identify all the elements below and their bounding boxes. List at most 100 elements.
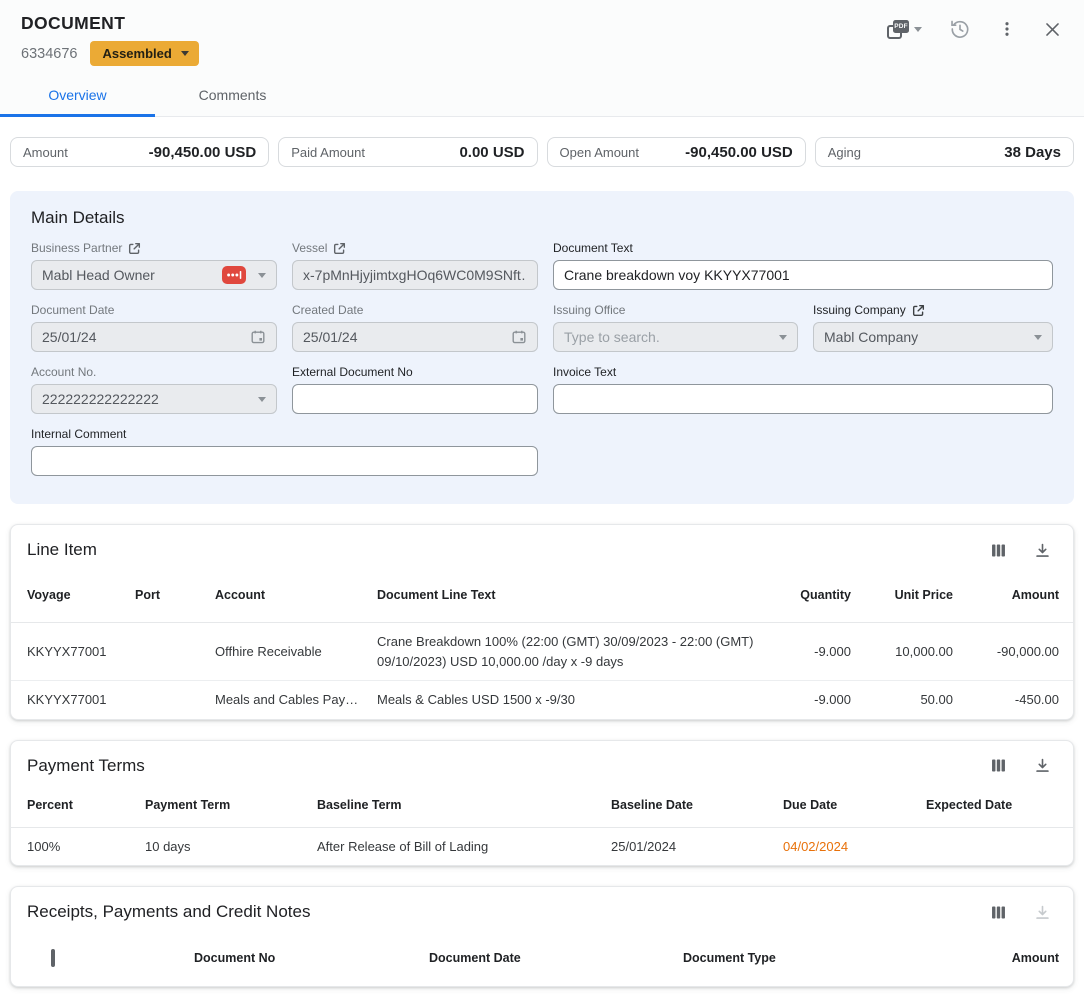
calendar-icon[interactable]	[250, 329, 266, 345]
download-icon	[1034, 757, 1051, 774]
line-item-row[interactable]: KKYYX77001 Meals and Cables Pay… Meals &…	[11, 680, 1073, 719]
vessel-label: Vessel	[292, 241, 327, 255]
col-document-date: Document Date	[429, 939, 683, 977]
chevron-down-icon	[258, 397, 266, 402]
credit-alert-icon[interactable]	[222, 266, 246, 284]
account-no-select[interactable]: 222222222222222	[31, 384, 277, 414]
created-date-input[interactable]: 25/01/24	[292, 322, 538, 352]
calendar-icon[interactable]	[511, 329, 527, 345]
external-link-icon[interactable]	[128, 242, 141, 255]
issuing-office-select[interactable]: Type to search.	[553, 322, 798, 352]
download-icon	[1034, 904, 1051, 921]
tab-overview[interactable]: Overview	[0, 75, 155, 116]
payment-terms-title: Payment Terms	[27, 756, 145, 776]
internal-comment-field: Internal Comment	[31, 427, 538, 476]
summary-row: Amount -90,450.00 USD Paid Amount 0.00 U…	[10, 137, 1074, 167]
due-date-value: 04/02/2024	[783, 828, 926, 866]
paid-amount-value: 0.00 USD	[459, 144, 524, 161]
external-document-no-field: External Document No	[292, 365, 538, 414]
paid-amount-card: Paid Amount 0.00 USD	[278, 137, 537, 167]
chevron-down-icon	[1034, 335, 1042, 340]
kebab-menu-icon	[998, 19, 1016, 39]
download-button[interactable]	[1034, 757, 1051, 774]
pdf-icon: PDF	[887, 20, 909, 39]
col-document-line-text: Document Line Text	[377, 576, 769, 614]
document-date-label: Document Date	[31, 303, 114, 317]
line-item-title: Line Item	[27, 540, 97, 560]
select-all-checkbox[interactable]	[51, 949, 55, 967]
main-details-section: Main Details Business Partner Mabl Head …	[10, 191, 1074, 504]
close-button[interactable]	[1043, 20, 1062, 39]
vessel-field: Vessel x-7pMnHjyjimtxgHOq6WC0M9SNft…	[292, 241, 538, 290]
payment-terms-header-row: Percent Payment Term Baseline Term Basel…	[11, 784, 1073, 828]
issuing-company-field: Issuing Company Mabl Company	[813, 303, 1053, 352]
tab-comments[interactable]: Comments	[155, 75, 310, 116]
document-text-input[interactable]	[553, 260, 1053, 290]
tab-bar: Overview Comments	[0, 75, 1084, 116]
status-badge[interactable]: Assembled	[90, 41, 198, 66]
col-document-no: Document No	[194, 939, 429, 977]
col-expected-date: Expected Date	[926, 786, 1061, 824]
col-baseline-term: Baseline Term	[317, 786, 611, 824]
choose-columns-button[interactable]	[990, 904, 1007, 921]
download-icon	[1034, 542, 1051, 559]
invoice-text-field: Invoice Text	[553, 365, 1053, 414]
chevron-down-icon	[779, 335, 787, 340]
receipts-header-row: Document No Document Date Document Type …	[11, 930, 1073, 986]
page-title: DOCUMENT	[21, 13, 199, 34]
document-date-input[interactable]: 25/01/24	[31, 322, 277, 352]
line-item-header-row: Voyage Port Account Document Line Text Q…	[11, 568, 1073, 623]
download-button-disabled	[1034, 904, 1051, 921]
choose-columns-button[interactable]	[990, 542, 1007, 559]
download-button[interactable]	[1034, 542, 1051, 559]
account-no-label: Account No.	[31, 365, 96, 379]
account-no-field: Account No. 222222222222222	[31, 365, 277, 414]
col-quantity: Quantity	[769, 576, 853, 614]
issuing-office-label: Issuing Office	[553, 303, 625, 317]
paid-amount-label: Paid Amount	[291, 145, 365, 160]
invoice-text-input[interactable]	[553, 384, 1053, 414]
col-amount: Amount	[943, 939, 1061, 977]
choose-columns-button[interactable]	[990, 757, 1007, 774]
col-port: Port	[135, 576, 215, 614]
col-payment-term: Payment Term	[145, 786, 317, 824]
payment-term-row[interactable]: 100% 10 days After Release of Bill of La…	[11, 828, 1073, 866]
col-account: Account	[215, 576, 377, 614]
status-label: Assembled	[102, 46, 171, 61]
col-due-date: Due Date	[783, 786, 926, 824]
more-menu-button[interactable]	[998, 19, 1016, 39]
col-percent: Percent	[27, 786, 145, 824]
columns-icon	[990, 757, 1007, 774]
issuing-company-label: Issuing Company	[813, 303, 906, 317]
col-document-type: Document Type	[683, 939, 943, 977]
columns-icon	[990, 542, 1007, 559]
chevron-down-icon	[181, 51, 189, 56]
col-voyage: Voyage	[27, 576, 135, 614]
external-link-icon[interactable]	[912, 304, 925, 317]
main-details-title: Main Details	[31, 208, 1053, 228]
line-item-row[interactable]: KKYYX77001 Offhire Receivable Crane Brea…	[11, 623, 1073, 680]
aging-card: Aging 38 Days	[815, 137, 1074, 167]
open-amount-card: Open Amount -90,450.00 USD	[547, 137, 806, 167]
vessel-input[interactable]: x-7pMnHjyjimtxgHOq6WC0M9SNft…	[292, 260, 538, 290]
document-text-label: Document Text	[553, 241, 633, 255]
external-link-icon[interactable]	[333, 242, 346, 255]
chevron-down-icon	[258, 273, 266, 278]
issuing-company-select[interactable]: Mabl Company	[813, 322, 1053, 352]
open-amount-value: -90,450.00 USD	[685, 144, 793, 161]
col-amount: Amount	[955, 576, 1061, 614]
amount-value: -90,450.00 USD	[149, 144, 257, 161]
receipts-section: Receipts, Payments and Credit Notes Docu…	[10, 886, 1074, 987]
business-partner-label: Business Partner	[31, 241, 122, 255]
business-partner-select[interactable]: Mabl Head Owner	[31, 260, 277, 290]
invoice-text-label: Invoice Text	[553, 365, 616, 379]
history-button[interactable]	[949, 18, 971, 40]
pdf-export-button[interactable]: PDF	[887, 20, 922, 39]
external-document-no-input[interactable]	[292, 384, 538, 414]
amount-card: Amount -90,450.00 USD	[10, 137, 269, 167]
columns-icon	[990, 904, 1007, 921]
amount-label: Amount	[23, 145, 68, 160]
business-partner-field: Business Partner Mabl Head Owner	[31, 241, 277, 290]
internal-comment-input[interactable]	[31, 446, 538, 476]
col-baseline-date: Baseline Date	[611, 786, 783, 824]
